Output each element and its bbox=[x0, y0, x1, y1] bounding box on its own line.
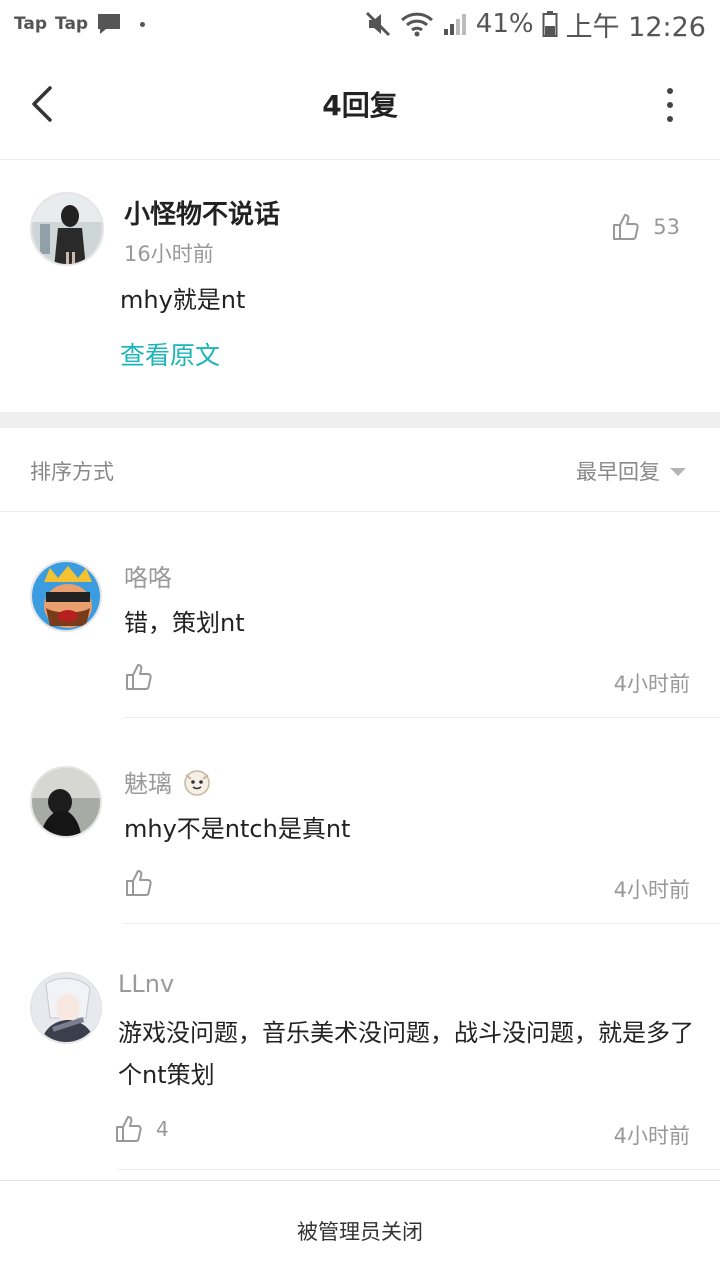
back-button[interactable] bbox=[26, 84, 60, 124]
status-bar: Tap Tap 41% 上午 12:26 bbox=[0, 0, 720, 48]
comment-time: 16小时前 bbox=[124, 242, 214, 266]
reply-item: LLnv 游戏没问题，音乐美术没问题，战斗没问题，就是多了个nt策划 4 4小时… bbox=[0, 924, 720, 1170]
sort-row: 排序方式 最早回复 bbox=[0, 428, 720, 512]
divider bbox=[118, 1169, 720, 1170]
reply-item: 咯咯 错，策划nt 4小时前 bbox=[0, 512, 720, 718]
reply-item: 魅璃 mhy不是ntch是真nt 4小时前 bbox=[0, 718, 720, 924]
wifi-icon bbox=[400, 12, 433, 37]
chevron-left-icon bbox=[32, 86, 52, 122]
user-avatar-image bbox=[32, 562, 100, 630]
reply-text: 游戏没问题，音乐美术没问题，战斗没问题，就是多了个nt策划 bbox=[118, 1019, 694, 1089]
more-options-button[interactable] bbox=[660, 88, 680, 122]
taptap-label-1: Tap bbox=[14, 14, 48, 34]
closed-status-text: 被管理员关闭 bbox=[297, 1219, 423, 1244]
like-count: 53 bbox=[653, 215, 680, 239]
taptap-label-2: Tap bbox=[55, 14, 89, 34]
like-button[interactable]: 4 bbox=[114, 1114, 169, 1144]
more-dot-icon bbox=[667, 88, 673, 94]
comment-author[interactable]: 小怪物不说话 bbox=[124, 194, 280, 231]
message-icon bbox=[98, 14, 121, 34]
section-divider bbox=[0, 412, 720, 428]
user-avatar-image bbox=[32, 974, 100, 1042]
view-original-link[interactable]: 查看原文 bbox=[120, 336, 220, 372]
closed-status-bar: 被管理员关闭 bbox=[0, 1180, 720, 1280]
sort-label: 排序方式 bbox=[30, 460, 114, 484]
signal-icon bbox=[443, 14, 466, 35]
user-avatar-image bbox=[32, 194, 102, 264]
like-button[interactable] bbox=[124, 662, 166, 692]
reply-text: mhy不是ntch是真nt bbox=[124, 815, 351, 843]
badge-icon bbox=[184, 769, 210, 796]
like-button[interactable]: 53 bbox=[611, 212, 680, 242]
battery-percent: 41% bbox=[475, 9, 534, 39]
reply-text: 错，策划nt bbox=[124, 609, 245, 637]
comment-text: mhy就是nt bbox=[120, 286, 246, 314]
page-title: 4回复 bbox=[322, 88, 398, 122]
reply-author-name: 魅璃 bbox=[124, 770, 172, 798]
thumbs-up-icon bbox=[613, 214, 639, 240]
sort-dropdown[interactable]: 最早回复 bbox=[576, 456, 686, 486]
thumbs-up-icon bbox=[126, 870, 152, 896]
top-header: 4回复 bbox=[0, 48, 720, 160]
reply-author[interactable]: LLnv bbox=[118, 970, 174, 998]
mute-icon bbox=[365, 11, 390, 37]
thumbs-up-icon bbox=[116, 1116, 142, 1142]
caret-down-icon bbox=[670, 468, 686, 476]
user-avatar-image bbox=[32, 768, 100, 836]
battery-icon bbox=[542, 11, 558, 37]
sort-selected: 最早回复 bbox=[576, 460, 660, 484]
clock: 上午 12:26 bbox=[565, 11, 706, 43]
reply-author-name: 咯咯 bbox=[124, 564, 172, 592]
avatar[interactable] bbox=[30, 560, 102, 632]
status-right: 41% 上午 12:26 bbox=[364, 5, 706, 44]
reply-author[interactable]: 咯咯 bbox=[124, 558, 172, 593]
thumbs-up-icon bbox=[126, 664, 152, 690]
reply-time: 4小时前 bbox=[613, 878, 690, 902]
like-count: 4 bbox=[156, 1117, 169, 1141]
status-left: Tap Tap bbox=[14, 11, 146, 37]
avatar[interactable] bbox=[30, 766, 102, 838]
notification-dot bbox=[140, 21, 146, 27]
reply-time: 4小时前 bbox=[613, 672, 690, 696]
original-comment: 小怪物不说话 16小时前 mhy就是nt 查看原文 53 bbox=[0, 160, 720, 412]
avatar[interactable] bbox=[30, 192, 104, 266]
more-dot-icon bbox=[667, 102, 673, 108]
like-button[interactable] bbox=[124, 868, 166, 898]
reply-time: 4小时前 bbox=[613, 1124, 690, 1148]
reply-author[interactable]: 魅璃 bbox=[124, 764, 214, 799]
avatar[interactable] bbox=[30, 972, 102, 1044]
more-dot-icon bbox=[667, 116, 673, 122]
reply-author-name: LLnv bbox=[118, 970, 175, 998]
